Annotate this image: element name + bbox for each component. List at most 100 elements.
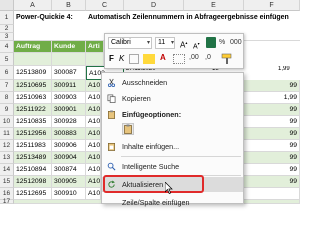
table-cell[interactable]: A10 xyxy=(86,128,101,140)
table-cell[interactable]: 300883 xyxy=(52,128,86,140)
align-center-icon[interactable] xyxy=(129,54,139,64)
font-color-icon[interactable]: A xyxy=(160,53,166,62)
row-header[interactable]: 17 xyxy=(0,198,14,205)
chevron-down-icon[interactable]: ▾ xyxy=(147,39,150,46)
table-cell[interactable]: A10 xyxy=(86,188,101,200)
table-cell[interactable]: 300874 xyxy=(52,164,86,176)
row-header[interactable]: 1 xyxy=(0,11,14,25)
table-header-artikel[interactable]: Arti xyxy=(86,41,104,53)
table-cell[interactable]: 12510894 xyxy=(14,164,52,176)
table-cell[interactable]: 99 xyxy=(244,104,300,116)
menu-item-inhalte-einfuegen[interactable]: Inhalte einfügen... xyxy=(102,139,243,154)
paste-option-button[interactable] xyxy=(122,123,134,135)
menu-item-ausschneiden[interactable]: Ausschneiden xyxy=(102,75,243,90)
font-name-box[interactable]: Calibri xyxy=(108,37,152,49)
table-cell[interactable]: A10 xyxy=(86,164,101,176)
table-cell[interactable]: 12513809 xyxy=(14,66,52,80)
column-header-e[interactable]: E xyxy=(184,0,244,11)
fill-color-icon[interactable] xyxy=(143,54,155,64)
table-cell[interactable]: A10 xyxy=(86,104,101,116)
thousands-icon[interactable]: 000 xyxy=(230,37,242,48)
select-all-corner[interactable] xyxy=(0,0,14,11)
table-cell[interactable]: A10 xyxy=(86,116,101,128)
table-cell[interactable]: 99 xyxy=(244,80,300,92)
row-header[interactable]: 7 xyxy=(0,80,14,92)
chevron-down-icon[interactable]: ▾ xyxy=(171,39,174,46)
decrease-decimal-icon[interactable]: ,00 xyxy=(189,54,199,61)
table-header-kunde[interactable]: Kunde xyxy=(52,41,86,53)
table-cell[interactable]: A10 xyxy=(86,140,101,152)
table-cell[interactable]: 300911 xyxy=(52,80,86,92)
table-cell[interactable]: 12512098 xyxy=(14,176,52,188)
paste-icon xyxy=(108,110,115,119)
row-header[interactable]: 11 xyxy=(0,128,14,140)
number-format-icon[interactable] xyxy=(206,37,216,48)
table-cell[interactable]: 99 xyxy=(244,116,300,128)
table-cell[interactable]: 12511983 xyxy=(14,140,52,152)
table-cell[interactable]: 300903 xyxy=(52,92,86,104)
shrink-font-icon[interactable]: A▾ xyxy=(193,38,200,52)
table-cell[interactable] xyxy=(86,53,104,66)
menu-item-intelligente-suche[interactable]: Intelligente Suche xyxy=(102,159,243,174)
table-cell[interactable]: 12510963 xyxy=(14,92,52,104)
menu-item-zeile-spalte-einfuegen[interactable]: Zeile/Spalte einfügen xyxy=(102,195,243,210)
row-header[interactable]: 13 xyxy=(0,152,14,164)
table-cell[interactable]: 12513489 xyxy=(14,152,52,164)
percent-icon[interactable]: % xyxy=(219,37,225,48)
table-cell[interactable] xyxy=(14,53,52,66)
table-cell[interactable]: A10 xyxy=(86,92,101,104)
table-cell[interactable]: 300928 xyxy=(52,116,86,128)
table-cell[interactable]: 99 xyxy=(244,152,300,164)
table-cell[interactable]: 12512695 xyxy=(14,188,52,200)
table-cell[interactable]: 99 xyxy=(244,140,300,152)
table-cell-price[interactable]: 1,99 xyxy=(276,66,300,73)
title-cell-a1[interactable]: Power-Quickie 4: xyxy=(14,11,86,25)
table-cell[interactable]: 300087 xyxy=(52,66,86,80)
table-cell[interactable] xyxy=(52,53,86,66)
row-header[interactable]: 15 xyxy=(0,176,14,188)
row-header[interactable]: 2 xyxy=(0,25,14,33)
title-cell-c1[interactable]: Automatisch Zeilennummern in Abfrageerge… xyxy=(86,11,300,25)
column-header-c[interactable]: C xyxy=(86,0,124,11)
column-header-d[interactable]: D xyxy=(124,0,184,11)
bold-button[interactable]: F xyxy=(109,54,114,63)
grow-font-icon[interactable]: A▴ xyxy=(180,37,187,51)
table-cell[interactable]: 300906 xyxy=(52,140,86,152)
row-header[interactable]: 9 xyxy=(0,104,14,116)
borders-icon[interactable] xyxy=(173,54,185,64)
row-header[interactable]: 14 xyxy=(0,164,14,176)
row-header[interactable]: 4 xyxy=(0,41,14,53)
table-cell[interactable]: 12511922 xyxy=(14,104,52,116)
table-cell[interactable] xyxy=(244,188,300,200)
row-header[interactable]: 5 xyxy=(0,53,14,66)
menu-item-label: Kopieren xyxy=(122,94,151,103)
row-header[interactable]: 10 xyxy=(0,116,14,128)
table-cell[interactable]: 300910 xyxy=(52,188,86,200)
menu-item-kopieren[interactable]: Kopieren xyxy=(102,91,243,106)
table-cell[interactable]: 99 xyxy=(244,164,300,176)
row-header[interactable]: 6 xyxy=(0,66,14,80)
row-header[interactable]: 3 xyxy=(0,33,14,41)
table-cell[interactable]: A10 xyxy=(86,152,101,164)
table-cell[interactable]: 12510695 xyxy=(14,80,52,92)
table-cell[interactable]: 300901 xyxy=(52,104,86,116)
table-cell[interactable]: 99 xyxy=(244,176,300,188)
format-painter-icon[interactable] xyxy=(221,53,233,65)
column-header-a[interactable]: A xyxy=(14,0,52,11)
column-header-b[interactable]: B xyxy=(52,0,86,11)
table-cell[interactable]: A10 xyxy=(86,176,101,188)
table-cell[interactable]: 12510835 xyxy=(14,116,52,128)
table-cell[interactable]: 300905 xyxy=(52,176,86,188)
table-cell[interactable]: 99 xyxy=(244,128,300,140)
column-header-f[interactable]: F xyxy=(244,0,300,11)
row-header[interactable]: 12 xyxy=(0,140,14,152)
table-cell[interactable]: 1,99 xyxy=(244,92,300,104)
table-header-auftrag[interactable]: Auftrag xyxy=(14,41,52,53)
table-cell[interactable]: 300904 xyxy=(52,152,86,164)
italic-button[interactable]: K xyxy=(119,54,124,63)
row-header[interactable]: 8 xyxy=(0,92,14,104)
table-cell[interactable]: A10 xyxy=(86,80,101,92)
menu-item-label: Intelligente Suche xyxy=(122,162,180,171)
increase-decimal-icon[interactable]: ,0 xyxy=(205,54,211,61)
table-cell[interactable]: 12512956 xyxy=(14,128,52,140)
